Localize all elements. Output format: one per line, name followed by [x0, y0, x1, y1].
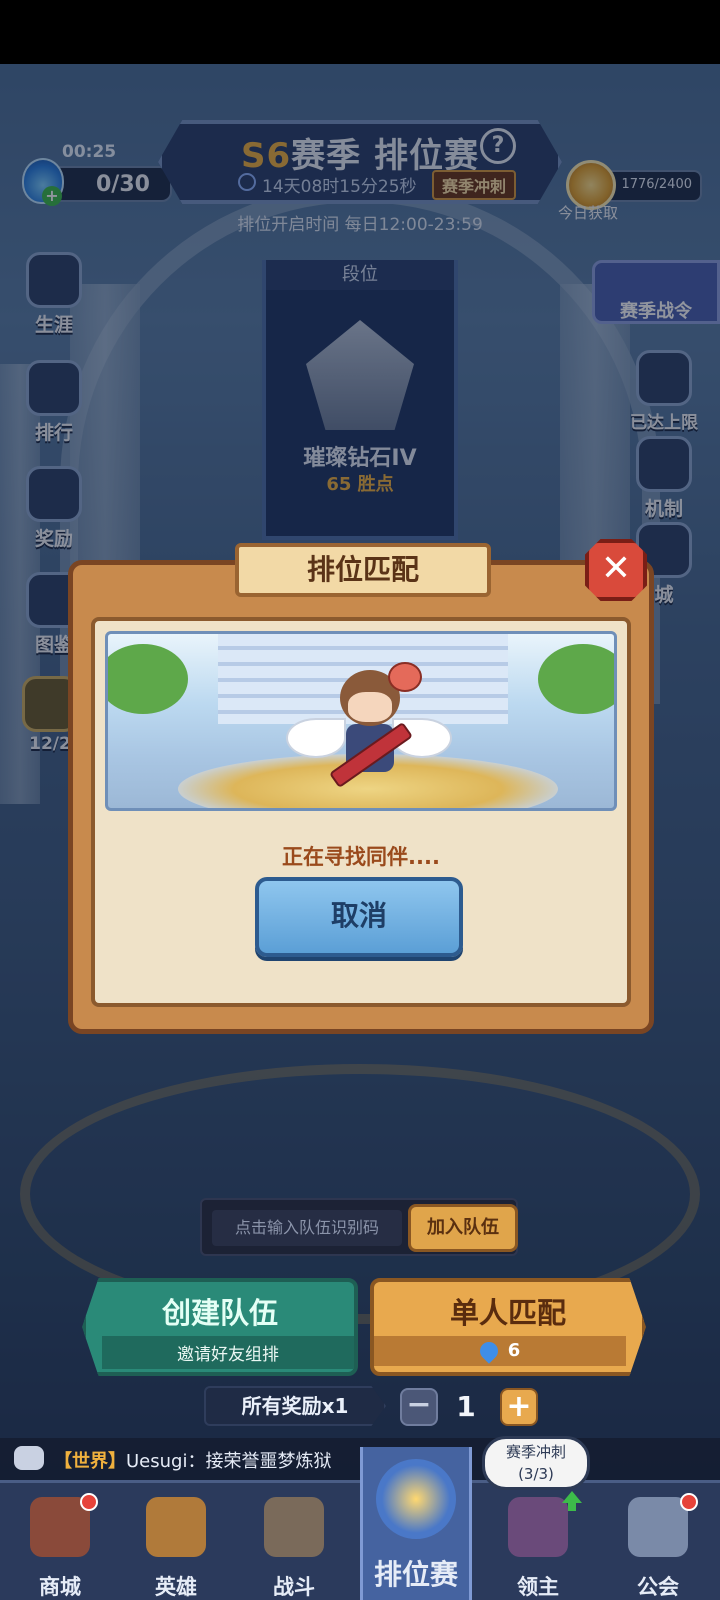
nav-label: 英雄: [155, 1575, 197, 1599]
nav-label: 战斗: [273, 1575, 315, 1599]
multiplier-value: 1: [456, 1390, 476, 1423]
decrease-button[interactable]: −: [400, 1388, 438, 1426]
team-code-input[interactable]: 点击输入队伍识别码: [212, 1210, 402, 1246]
chat-channel: 【世界】: [54, 1451, 126, 1472]
nav-label: 排位赛: [373, 1558, 458, 1591]
create-team-button[interactable]: 创建队伍 邀请好友组排: [82, 1278, 358, 1376]
bubble-title: 赛季冲刺: [505, 1443, 566, 1461]
hero-card-icon: [146, 1497, 206, 1557]
nav-label: 公会: [637, 1575, 679, 1599]
dialog-body: 正在寻找同伴.... 取消: [91, 617, 631, 1007]
notification-dot: [80, 1493, 98, 1511]
plant-right: [538, 644, 614, 714]
nav-item-guild[interactable]: 公会: [598, 1483, 718, 1600]
blue-flame-icon: [475, 1338, 502, 1364]
solo-match-button[interactable]: 单人匹配 6: [370, 1278, 646, 1376]
solo-cost-value: 6: [507, 1340, 521, 1361]
match-dialog: 排位匹配 ✕ 正在寻找同伴.... 取消: [68, 539, 654, 1034]
join-team-button[interactable]: 加入队伍: [408, 1204, 518, 1252]
crossed-swords-icon: [264, 1497, 324, 1557]
create-team-label: 创建队伍: [161, 1296, 278, 1330]
increase-button[interactable]: +: [500, 1388, 538, 1426]
nav-item-shop[interactable]: 商城: [0, 1483, 120, 1600]
searching-status: 正在寻找同伴....: [282, 845, 440, 869]
status-bar: [0, 0, 720, 64]
hero-character: [286, 662, 452, 792]
nav-item-lord[interactable]: 领主: [478, 1483, 598, 1600]
nav-item-battle[interactable]: 战斗: [234, 1483, 354, 1600]
plant-left: [108, 644, 188, 714]
hero-preview: [105, 631, 617, 811]
nav-label: 领主: [517, 1575, 559, 1599]
notification-dot: [680, 1493, 698, 1511]
sprint-bubble[interactable]: 赛季冲刺 (3/3): [482, 1436, 590, 1490]
solo-match-label: 单人匹配: [449, 1296, 566, 1330]
create-team-sub: 邀请好友组排: [102, 1336, 354, 1369]
rewards-multiplier: 所有奖励x1: [204, 1386, 386, 1426]
wing-left: [286, 718, 346, 758]
rank-shield-icon: [376, 1459, 456, 1539]
chat-content: Uesugi：接荣誉噩梦炼狱: [126, 1451, 332, 1472]
pet-icon: [388, 662, 422, 692]
nav-item-ranked[interactable]: 排位赛: [360, 1447, 472, 1600]
nav-label: 商城: [39, 1575, 81, 1599]
guild-castle-icon: [628, 1497, 688, 1557]
bubble-progress: (3/3): [518, 1465, 554, 1483]
bottom-nav: 商城 英雄 战斗 排位赛 领主 公会: [0, 1447, 720, 1600]
lord-banner-icon: [508, 1497, 568, 1557]
chat-bubble-icon[interactable]: [14, 1446, 44, 1470]
dialog-title: 排位匹配: [235, 543, 491, 597]
chat-message: 【世界】Uesugi：接荣誉噩梦炼狱: [54, 1447, 331, 1473]
cancel-button[interactable]: 取消: [255, 877, 463, 957]
solo-match-cost: 6: [374, 1336, 626, 1366]
hero-face: [348, 692, 392, 722]
close-button[interactable]: ✕: [585, 539, 647, 601]
nav-item-heroes[interactable]: 英雄: [116, 1483, 236, 1600]
